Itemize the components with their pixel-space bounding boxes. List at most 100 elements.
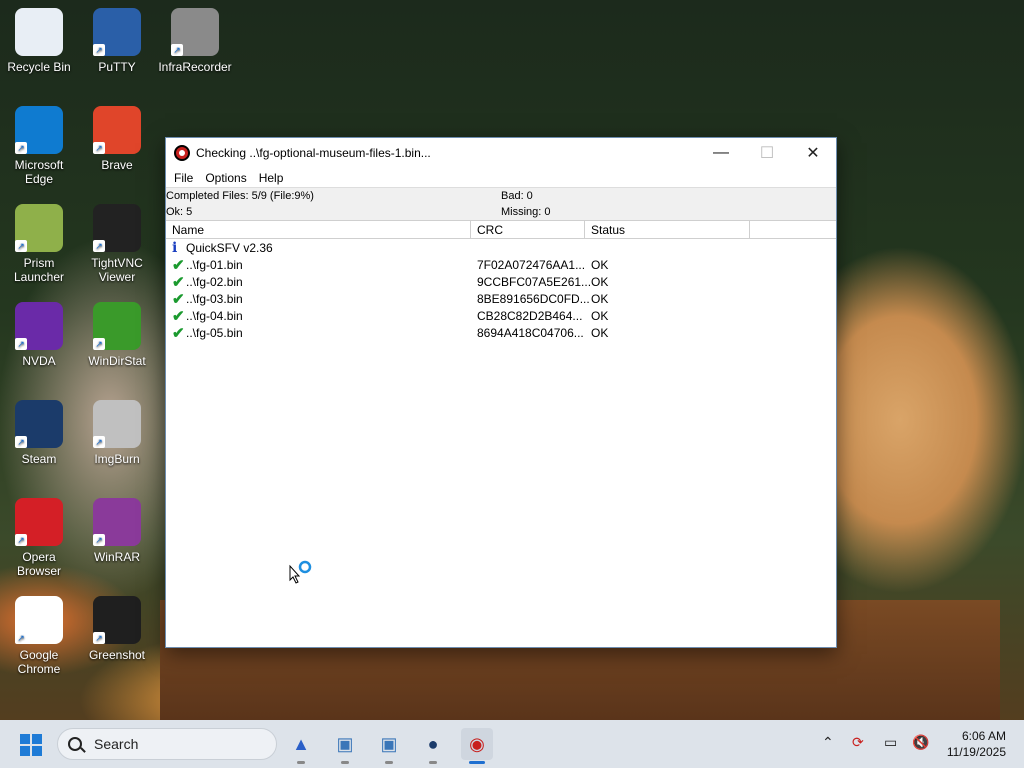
shortcut-arrow-icon: ↗	[15, 338, 27, 350]
shortcut-arrow-icon: ↗	[15, 632, 27, 644]
desktop-icon-label: InfraRecorder	[158, 60, 232, 74]
brave-icon: ↗	[93, 106, 141, 154]
file-status: OK	[591, 325, 609, 340]
desktop-icon-infrarecorder[interactable]: ↗ InfraRecorder	[156, 8, 234, 74]
file-list[interactable]: i QuickSFV v2.36 ✔ ..\fg-01.bin 7F02A072476…	[166, 239, 836, 342]
desktop-icon-tightvnc[interactable]: ↗ TightVNC Viewer	[78, 204, 156, 284]
missing-count: Missing: 0	[501, 206, 551, 218]
start-button[interactable]	[20, 734, 42, 756]
mute-icon[interactable]: 🔇	[912, 734, 929, 751]
desktop-icon-label: Brave	[101, 158, 133, 172]
taskbar-app-2[interactable]: ▣	[329, 728, 361, 764]
desktop-icon-imgburn[interactable]: ↗ ImgBurn	[78, 400, 156, 466]
putty-icon: ↗	[93, 8, 141, 56]
desktop-icon-label: PuTTY	[98, 60, 136, 74]
desktop-icon-label: WinDirStat	[88, 354, 146, 368]
checkmark-icon: ✔	[172, 273, 185, 291]
greenshot-icon: ↗	[93, 596, 141, 644]
winrar-icon: ↗	[93, 498, 141, 546]
desktop-icon-opera[interactable]: ↗ Opera Browser	[0, 498, 78, 578]
checkmark-icon: ✔	[172, 324, 185, 342]
bad-count: Bad: 0	[501, 190, 533, 202]
menu-help[interactable]: Help	[253, 171, 290, 185]
close-button[interactable]: ✕	[790, 138, 836, 168]
shortcut-arrow-icon: ↗	[93, 44, 105, 56]
quicksfv-icon: ◉	[469, 733, 485, 754]
info-icon: i	[172, 239, 178, 256]
desktop-icon-prism[interactable]: ↗ Prism Launcher	[0, 204, 78, 284]
recycle-bin-icon	[15, 8, 63, 56]
app-version-label: QuickSFV v2.36	[186, 240, 273, 255]
file-crc: 8694A418C04706...	[477, 325, 584, 340]
desktop-icon-label: Opera Browser	[16, 550, 61, 578]
desktop-icon-label: NVDA	[22, 354, 56, 368]
taskbar-app-3[interactable]: ▣	[373, 728, 405, 764]
desktop-icon-label: WinRAR	[93, 550, 140, 564]
taskbar-search[interactable]: Search	[57, 728, 277, 760]
desktop-icon-brave[interactable]: ↗ Brave	[78, 106, 156, 172]
display-icon[interactable]: ▭	[884, 734, 897, 751]
edge-icon: ↗	[15, 106, 63, 154]
desktop-icon-edge[interactable]: ↗ Microsoft Edge	[0, 106, 78, 186]
desktop-icon-label: TightVNC Viewer	[91, 256, 143, 284]
maximize-button[interactable]: ☐	[744, 138, 790, 168]
tightvnc-icon: ↗	[93, 204, 141, 252]
shortcut-arrow-icon: ↗	[93, 436, 105, 448]
column-header-name[interactable]: Name	[166, 221, 471, 238]
list-item[interactable]: ✔ ..\fg-05.bin 8694A418C04706... OK	[166, 324, 836, 342]
completed-files-status: Completed Files: 5/9 (File:9%)	[166, 190, 314, 202]
list-item[interactable]: ✔ ..\fg-01.bin 7F02A072476AA1... OK	[166, 256, 836, 274]
taskbar-quicksfv[interactable]: ◉	[461, 728, 493, 764]
steam-icon: ↗	[15, 400, 63, 448]
windirstat-icon: ↗	[93, 302, 141, 350]
list-item[interactable]: ✔ ..\fg-02.bin 9CCBFC07A5E261... OK	[166, 273, 836, 291]
desktop-icon-label: Steam	[21, 452, 57, 466]
shortcut-arrow-icon: ↗	[15, 436, 27, 448]
list-item-info[interactable]: i QuickSFV v2.36	[166, 239, 836, 256]
clock[interactable]: 6:06 AM 11/19/2025	[947, 728, 1006, 760]
desktop-icon-nvda[interactable]: ↗ NVDA	[0, 302, 78, 368]
desktop-icon-winrar[interactable]: ↗ WinRAR	[78, 498, 156, 564]
title-bar[interactable]: Checking ..\fg-optional-museum-files-1.b…	[166, 138, 836, 168]
menu-file[interactable]: File	[168, 171, 199, 185]
desktop-icon-chrome[interactable]: ↗ Google Chrome	[0, 596, 78, 676]
minimize-button[interactable]: —	[698, 138, 744, 168]
file-status: OK	[591, 257, 609, 272]
menu-options[interactable]: Options	[199, 171, 252, 185]
steam-icon: ●	[427, 733, 439, 754]
list-item[interactable]: ✔ ..\fg-03.bin 8BE891656DC0FD... OK	[166, 290, 836, 308]
desktop-icon-putty[interactable]: ↗ PuTTY	[78, 8, 156, 74]
taskbar-app-1[interactable]: ▲	[285, 728, 317, 764]
checkmark-icon: ✔	[172, 307, 185, 325]
list-header: Name CRC Status	[166, 220, 836, 239]
desktop-icon-greenshot[interactable]: ↗ Greenshot	[78, 596, 156, 662]
shortcut-arrow-icon: ↗	[15, 534, 27, 546]
infrarecorder-icon: ↗	[171, 8, 219, 56]
list-item[interactable]: ✔ ..\fg-04.bin CB28C82D2B464... OK	[166, 307, 836, 325]
desktop-icon-label: ImgBurn	[94, 452, 140, 466]
ok-count: Ok: 5	[166, 206, 193, 218]
file-name: ..\fg-02.bin	[186, 274, 243, 289]
opera-icon: ↗	[15, 498, 63, 546]
desktop-icon-steam[interactable]: ↗ Steam	[0, 400, 78, 466]
search-placeholder: Search	[94, 736, 139, 752]
column-header-status[interactable]: Status	[585, 221, 750, 238]
desktop-icon-label: Recycle Bin	[7, 60, 71, 74]
column-header-crc[interactable]: CRC	[471, 221, 585, 238]
chevron-up-icon[interactable]: ⌃	[822, 734, 834, 751]
shortcut-arrow-icon: ↗	[15, 240, 27, 252]
sync-icon[interactable]: ⟳	[852, 734, 864, 751]
shortcut-arrow-icon: ↗	[15, 142, 27, 154]
taskbar-steam[interactable]: ●	[417, 728, 449, 764]
file-status: OK	[591, 291, 609, 306]
file-name: ..\fg-01.bin	[186, 257, 243, 272]
time: 6:06 AM	[961, 729, 1006, 743]
window-title: Checking ..\fg-optional-museum-files-1.b…	[196, 146, 431, 160]
desktop-icon-windirstat[interactable]: ↗ WinDirStat	[78, 302, 156, 368]
desktop-icon-recycle-bin[interactable]: Recycle Bin	[0, 8, 78, 74]
checkmark-icon: ✔	[172, 290, 185, 308]
menu-bar: File Options Help	[166, 168, 836, 188]
file-name: ..\fg-04.bin	[186, 308, 243, 323]
network-computers-icon: ▣	[336, 733, 354, 754]
imgburn-icon: ↗	[93, 400, 141, 448]
